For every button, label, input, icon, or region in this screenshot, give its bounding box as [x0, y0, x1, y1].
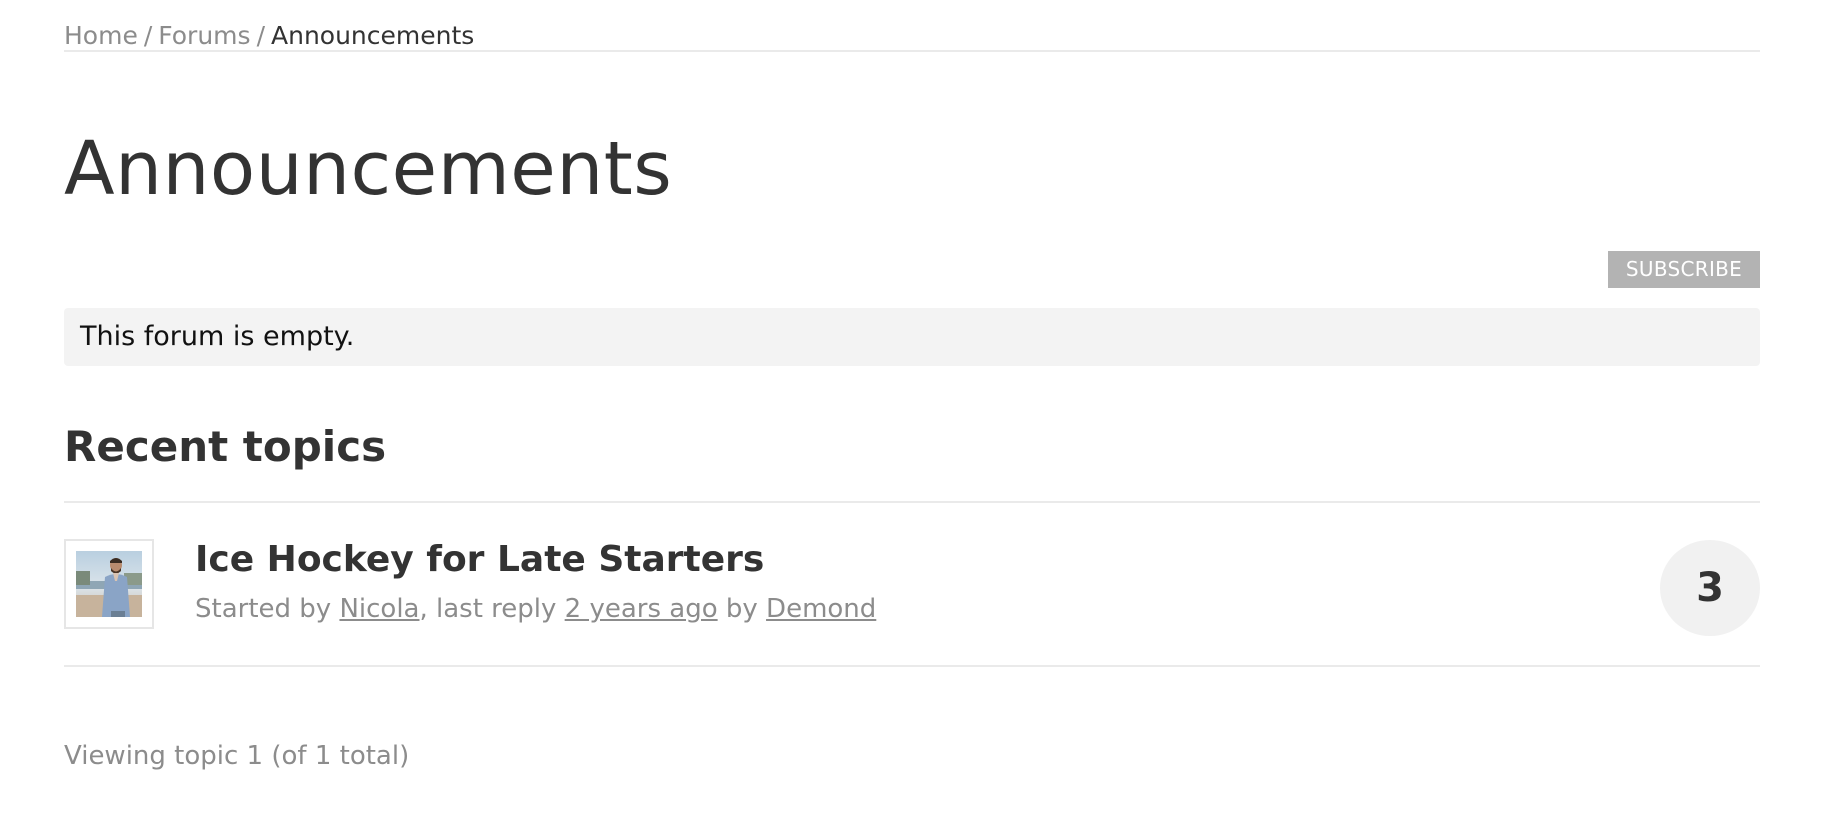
topic-meta-by: by	[725, 594, 758, 624]
topic-meta-started-by: Started by	[195, 594, 332, 624]
subscribe-button[interactable]: SUBSCRIBE	[1608, 251, 1760, 288]
pagination-summary: Viewing topic 1 (of 1 total)	[64, 741, 410, 771]
page-title: Announcements	[64, 126, 673, 212]
topic-last-reply-author-link[interactable]: Demond	[766, 594, 876, 624]
topics-list: Ice Hockey for Late Starters Started by …	[64, 501, 1760, 667]
breadcrumb-link-home[interactable]: Home	[64, 21, 138, 50]
topic-meta: Started by Nicola, last reply 2 years ag…	[195, 592, 876, 626]
forum-empty-notice: This forum is empty.	[64, 308, 1760, 366]
topic-last-reply-link[interactable]: 2 years ago	[565, 594, 718, 624]
reply-count-badge: 3	[1660, 540, 1760, 636]
topic-title-link[interactable]: Ice Hockey for Late Starters	[195, 537, 764, 583]
user-photo-icon	[76, 551, 142, 617]
topic-author-link[interactable]: Nicola	[339, 594, 419, 624]
breadcrumb-link-forums[interactable]: Forums	[158, 21, 250, 50]
topic-meta-last-reply-label: , last reply	[419, 594, 557, 624]
user-avatar[interactable]	[64, 539, 154, 629]
forum-page: Home / Forums / Announcements Announcements …	[64, 0, 1760, 771]
breadcrumb-separator: /	[256, 21, 265, 50]
breadcrumb: Home / Forums / Announcements	[64, 0, 1760, 52]
breadcrumb-separator: /	[143, 21, 153, 50]
breadcrumb-current: Announcements	[271, 21, 475, 50]
recent-topics-heading: Recent topics	[64, 422, 387, 471]
